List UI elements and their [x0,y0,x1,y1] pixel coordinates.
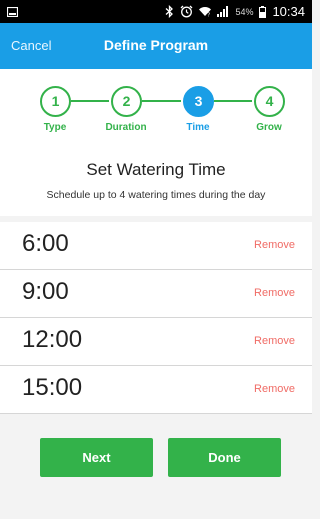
section-subtitle: Schedule up to 4 watering times during t… [46,189,266,201]
done-button[interactable]: Done [168,438,281,477]
next-button[interactable]: Next [40,438,153,477]
action-buttons: Next Done [0,438,312,477]
status-clock: 10:34 [272,4,305,19]
signal-icon [217,6,229,17]
section-title: Set Watering Time [86,160,226,179]
time-value[interactable]: 6:00 [22,230,69,258]
page-title: Define Program [103,37,209,53]
remove-button[interactable]: Remove [254,335,295,347]
step-indicator: 1 2 3 4 Type Duration Time Grow [0,69,312,146]
remove-button[interactable]: Remove [254,239,295,251]
remove-button[interactable]: Remove [254,383,295,395]
bluetooth-icon [165,5,174,18]
step-4-circle[interactable]: 4 [254,86,285,117]
step-connector [214,100,252,102]
step-2-circle[interactable]: 2 [111,86,142,117]
step-2-label: Duration [105,122,147,133]
status-bar: ? 54% 10:34 [0,0,312,23]
step-connector [142,100,181,102]
svg-text:?: ? [208,13,211,18]
battery-percent: 54% [235,6,254,17]
app-bar: Cancel Define Program [0,23,312,69]
alarm-icon [180,5,193,18]
time-value[interactable]: 9:00 [22,278,69,306]
notification-icon [7,6,18,17]
step-3-label: Time [186,122,210,133]
time-row[interactable]: 15:00 Remove [0,366,312,414]
step-1-circle[interactable]: 1 [40,86,71,117]
step-4-label: Grow [256,122,282,133]
step-1-label: Type [43,122,67,133]
remove-button[interactable]: Remove [254,287,295,299]
step-connector [71,100,109,102]
time-row[interactable]: 9:00 Remove [0,270,312,318]
wifi-icon: ? [199,6,212,18]
watering-time-list: 6:00 Remove 9:00 Remove 12:00 Remove 15:… [0,222,312,414]
time-row[interactable]: 6:00 Remove [0,222,312,270]
time-value[interactable]: 12:00 [22,326,82,354]
time-row[interactable]: 12:00 Remove [0,318,312,366]
step-3-circle[interactable]: 3 [183,86,214,117]
intro-section: Set Watering Time Schedule up to 4 water… [0,146,312,216]
time-value[interactable]: 15:00 [22,374,82,402]
battery-icon [259,5,267,18]
